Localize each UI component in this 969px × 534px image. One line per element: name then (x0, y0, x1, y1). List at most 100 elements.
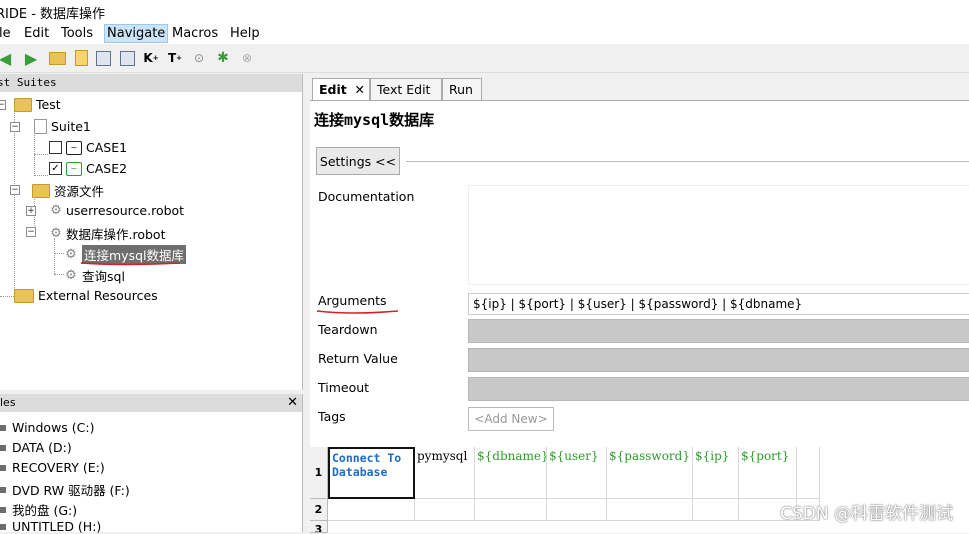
save-icon[interactable] (94, 49, 112, 67)
keyword-title: 连接mysql数据库 (314, 111, 435, 129)
keyword-search-icon[interactable]: K + (142, 49, 160, 67)
tree-node-label: 资源文件 (54, 184, 105, 199)
grid-cell-keyword[interactable]: Connect To Database (328, 447, 415, 499)
test-case-passed-icon: ~ (66, 161, 82, 176)
menu-help[interactable]: Help (228, 26, 262, 41)
drive-label: 我的盘 (G:) (12, 503, 78, 518)
teardown-label: Teardown (318, 322, 378, 337)
grid-cell[interactable]: ${port} (739, 447, 797, 499)
run-icon[interactable]: ⊙ (190, 49, 208, 67)
tree-node-query-keyword[interactable]: ⚙ 查询sql (64, 266, 125, 285)
new-file-icon[interactable] (72, 49, 90, 67)
file-explorer-panel: les ✕ Windows (C:) DATA (D:) RECOVERY (E… (0, 394, 303, 534)
grid-cell[interactable]: ${password} (607, 447, 693, 499)
bug-icon[interactable]: ✱ (214, 49, 232, 67)
file-explorer-header: les ✕ (0, 394, 302, 412)
folder-icon (14, 97, 32, 112)
grid-cell[interactable]: ${user} (547, 447, 607, 499)
tree-connector (14, 110, 15, 296)
grid-cell[interactable]: ${dbname} (475, 447, 547, 499)
drive-label: DVD RW 驱动器 (F:) (12, 483, 130, 498)
return-value-field[interactable] (468, 348, 969, 372)
tree-node-case2[interactable]: ✓ ~ CASE2 (49, 161, 127, 176)
arguments-field[interactable]: ${ip} | ${port} | ${user} | ${password} … (468, 293, 969, 315)
grid-cell[interactable] (415, 499, 475, 521)
drive-item[interactable]: DVD RW 驱动器 (F:) (0, 480, 130, 499)
open-folder-icon[interactable] (48, 49, 66, 67)
resource-file-icon: ⚙ (50, 225, 62, 241)
folder-icon (32, 183, 50, 198)
grid-cell[interactable] (607, 499, 693, 521)
menu-file[interactable]: le (0, 26, 13, 41)
case1-checkbox[interactable] (49, 141, 62, 154)
grid-cell[interactable]: ${ip} (693, 447, 739, 499)
expand-userresource-toggle[interactable]: + (26, 206, 36, 216)
menu-navigate[interactable]: Navigate (104, 24, 169, 43)
tree-node-userresource[interactable]: ⚙ userresource.robot (50, 203, 184, 218)
save-all-icon[interactable] (118, 49, 136, 67)
drive-icon (0, 444, 6, 451)
add-new-tag-button[interactable]: <Add New> (468, 407, 554, 431)
toolbar: ◀ ▶ K + T + ⊙ ✱ ⊗ (0, 44, 969, 73)
tree-node-db-resource[interactable]: ⚙ 数据库操作.robot (50, 224, 165, 243)
tree-node-label: 数据库操作.robot (66, 227, 166, 242)
menu-macros[interactable]: Macros (170, 26, 220, 41)
tab-text-edit[interactable]: Text Edit (370, 78, 442, 100)
case2-checkbox[interactable]: ✓ (49, 162, 62, 175)
grid-cell[interactable]: pymysql (415, 447, 475, 499)
tree-connector (54, 238, 55, 274)
menu-edit[interactable]: Edit (22, 26, 51, 41)
stop-icon[interactable]: ⊗ (238, 49, 256, 67)
menu-tools[interactable]: Tools (59, 26, 95, 41)
close-icon[interactable]: ✕ (287, 394, 298, 412)
test-search-icon[interactable]: T + (166, 49, 184, 67)
tree-node-suite1[interactable]: Suite1 (34, 119, 91, 134)
keyword-editor: 连接mysql数据库 Settings << Documentation Arg… (310, 100, 969, 533)
tab-label: Edit (319, 82, 347, 97)
forward-arrow-icon[interactable]: ▶ (22, 49, 40, 68)
back-arrow-icon[interactable]: ◀ (0, 49, 14, 68)
timeout-field[interactable] (468, 377, 969, 401)
tree-node-label: CASE1 (86, 140, 128, 155)
tree-node-resources[interactable]: 资源文件 (32, 181, 104, 200)
test-case-icon: ~ (66, 140, 82, 155)
collapse-test-toggle[interactable]: − (0, 100, 6, 110)
tree-node-label: CASE2 (86, 161, 128, 176)
tab-edit[interactable]: Edit ✕ (312, 78, 370, 100)
file-explorer-title: les (0, 396, 16, 409)
documentation-field[interactable] (468, 185, 969, 285)
tree-connector (0, 296, 14, 297)
grid-cell[interactable] (797, 447, 820, 499)
tab-run[interactable]: Run (442, 78, 482, 100)
drive-item[interactable]: RECOVERY (E:) (0, 460, 105, 475)
collapse-suite1-toggle[interactable]: − (10, 122, 20, 132)
folder-icon (14, 288, 34, 303)
tree-node-label: userresource.robot (66, 203, 185, 218)
tree-node-label: 查询sql (82, 269, 125, 284)
tree-connector (34, 132, 35, 174)
grid-cell[interactable] (475, 499, 547, 521)
tree-node-test[interactable]: Test (14, 97, 61, 112)
tree-connector (34, 154, 48, 155)
drive-item[interactable]: Windows (C:) (0, 420, 94, 435)
teardown-field[interactable] (468, 319, 969, 343)
drive-item[interactable]: DATA (D:) (0, 440, 72, 455)
tree-node-external-resources[interactable]: External Resources (14, 288, 158, 303)
tree-node-label: External Resources (38, 288, 158, 303)
row-number: 2 (310, 499, 328, 521)
tree-connector (54, 253, 64, 254)
tree-node-case1[interactable]: ~ CASE1 (49, 140, 127, 155)
close-tab-icon[interactable]: ✕ (355, 79, 365, 101)
settings-toggle-button[interactable]: Settings << (316, 147, 400, 175)
watermark: CSDN @科雷软件测试 (780, 504, 953, 524)
drive-item[interactable]: 我的盘 (G:) (0, 500, 77, 519)
return-value-label: Return Value (318, 351, 398, 366)
grid-cell[interactable] (547, 499, 607, 521)
drive-icon (0, 464, 6, 471)
grid-cell[interactable] (693, 499, 739, 521)
grid-cell[interactable] (328, 499, 415, 521)
test-suites-panel: st Suites − Test − Suite1 ~ CASE1 ✓ ~ CA… (0, 74, 303, 390)
collapse-resources-toggle[interactable]: − (10, 185, 20, 195)
tree-connector (54, 274, 64, 275)
collapse-db-resource-toggle[interactable]: − (26, 227, 36, 237)
